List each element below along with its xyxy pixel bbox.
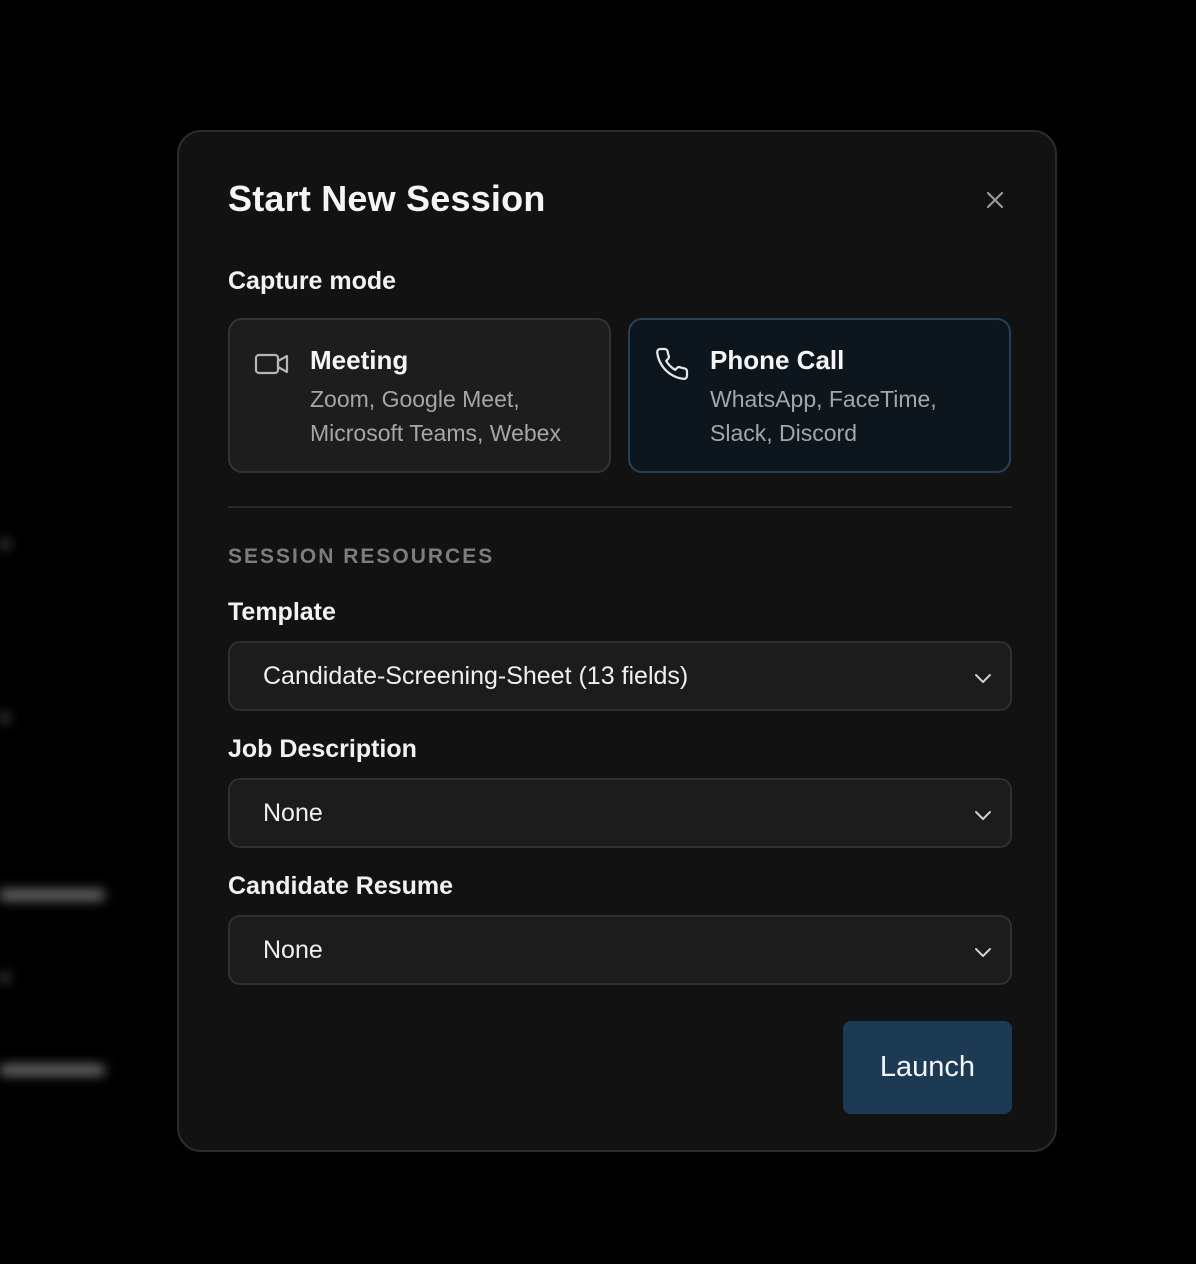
meeting-description: Zoom, Google Meet, Microsoft Teams, Webe… [310, 386, 561, 446]
template-select[interactable]: Candidate-Screening-Sheet (13 fields) [228, 641, 1012, 711]
background-blur-text: ▬▬▬▬ [0, 875, 104, 905]
job-description-select-value: None [263, 799, 323, 827]
chevron-down-icon [975, 674, 991, 683]
launch-button[interactable]: Launch [843, 1021, 1012, 1114]
close-button[interactable] [979, 184, 1011, 216]
video-camera-icon [254, 353, 289, 375]
start-session-modal: Start New Session Capture mode Meeting Z… [177, 130, 1057, 1152]
modal-title: Start New Session [228, 178, 546, 219]
candidate-resume-select-value: None [263, 936, 323, 964]
capture-mode-phone-card[interactable]: Phone Call WhatsApp, FaceTime, Slack, Di… [628, 318, 1011, 473]
close-icon [986, 191, 1004, 209]
background-blur-text: ▪ [0, 702, 10, 732]
capture-mode-meeting-card[interactable]: Meeting Zoom, Google Meet, Microsoft Tea… [228, 318, 611, 473]
phone-call-description: WhatsApp, FaceTime, Slack, Discord [710, 386, 937, 446]
job-description-select[interactable]: None [228, 778, 1012, 848]
candidate-resume-label: Candidate Resume [228, 872, 454, 900]
background-blur-text: ▪ [0, 528, 10, 558]
template-select-value: Candidate-Screening-Sheet (13 fields) [263, 662, 689, 690]
capture-mode-label: Capture mode [228, 267, 397, 295]
session-resources-heading: SESSION RESOURCES [228, 545, 495, 568]
section-divider [228, 506, 1012, 508]
phone-icon [656, 347, 689, 381]
meeting-title: Meeting [310, 345, 409, 375]
job-description-label: Job Description [228, 735, 417, 763]
phone-call-title: Phone Call [710, 345, 845, 375]
background-blur-text: ▬▬▬▬ [0, 1050, 104, 1080]
chevron-down-icon [975, 811, 991, 820]
background-blur-text: ▪ [0, 962, 10, 992]
candidate-resume-select[interactable]: None [228, 915, 1012, 985]
chevron-down-icon [975, 948, 991, 957]
template-label: Template [228, 598, 336, 626]
